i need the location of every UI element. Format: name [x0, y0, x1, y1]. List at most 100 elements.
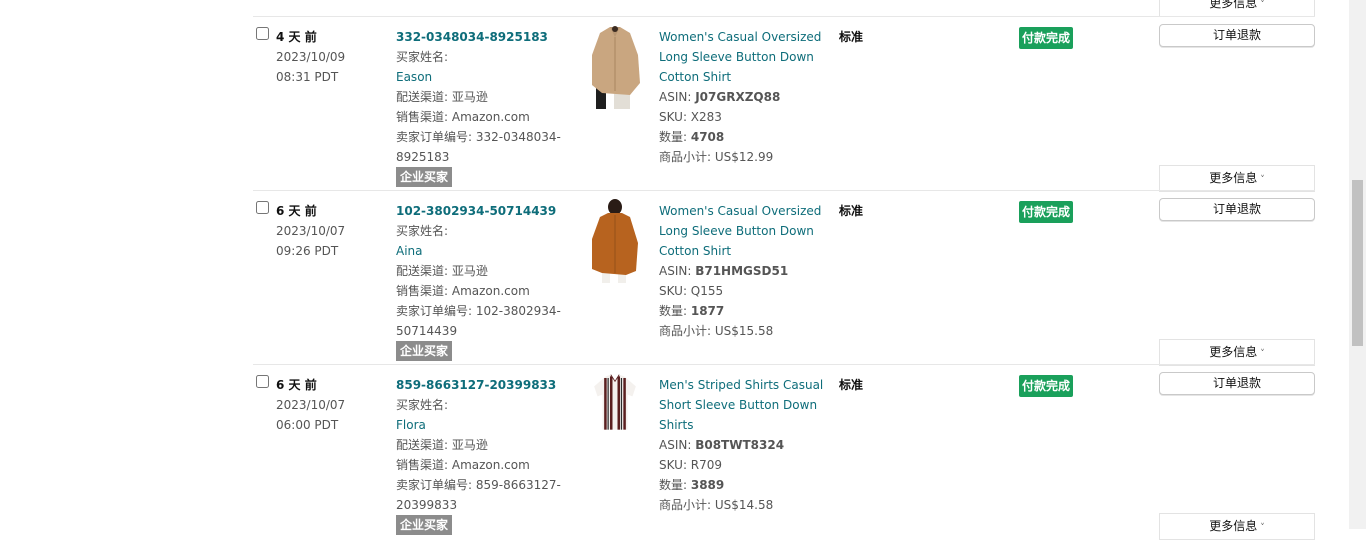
more-info-button[interactable]: 更多信息 ˅ — [1159, 0, 1315, 17]
shipping-service: 标准 — [839, 30, 864, 44]
chevron-down-icon: ˅ — [1260, 175, 1265, 185]
order-id-link[interactable]: 332-0348034-8925183 — [396, 27, 571, 47]
sku-line: SKU: X283 — [659, 110, 722, 124]
seller-order-id-cont: 8925183 — [396, 150, 450, 164]
asin-value: B08TWT8324 — [695, 438, 785, 452]
fulfillment-channel: 配送渠道: 亚马逊 — [396, 264, 488, 278]
product-title-link[interactable]: Women's Casual Oversized Long Sleeve But… — [659, 27, 829, 87]
row-checkbox[interactable] — [256, 27, 269, 40]
buyer-name-link[interactable]: Flora — [396, 415, 571, 435]
order-date-day: 2023/10/09 — [276, 50, 346, 64]
order-details: 102-3802934-50714439 买家姓名: Aina 配送渠道: 亚马… — [396, 201, 571, 361]
product-image[interactable] — [586, 373, 644, 443]
quantity-line: 数量: 3889 — [659, 475, 829, 495]
quantity-label: 数量: — [659, 130, 691, 144]
buyer-name-link[interactable]: Aina — [396, 241, 571, 261]
sku-line: SKU: R709 — [659, 458, 723, 472]
quantity-line: 数量: 1877 — [659, 301, 829, 321]
refund-order-button[interactable]: 订单退款 — [1159, 24, 1315, 47]
more-info-label: 更多信息 — [1209, 0, 1258, 10]
asin-line: ASIN: B08TWT8324 — [659, 435, 829, 455]
product-title-line: Long Sleeve Button Down — [659, 224, 814, 238]
order-details: 332-0348034-8925183 买家姓名: Eason 配送渠道: 亚马… — [396, 27, 571, 187]
quantity-label: 数量: — [659, 478, 691, 492]
product-title-link[interactable]: Men's Striped Shirts Casual Short Sleeve… — [659, 375, 829, 435]
product-title-line: Cotton Shirt — [659, 70, 732, 84]
seller-order-id: 卖家订单编号: 332-0348034- — [396, 130, 561, 144]
order-date-time: 06:00 PDT — [276, 418, 339, 432]
more-info-label: 更多信息 — [1209, 519, 1258, 533]
buyer-name-label: 买家姓名: — [396, 224, 449, 238]
product-title-link[interactable]: Women's Casual Oversized Long Sleeve But… — [659, 201, 829, 261]
buyer-name-link[interactable]: Eason — [396, 67, 571, 87]
chevron-down-icon: ˅ — [1260, 523, 1265, 533]
product-details: Women's Casual Oversized Long Sleeve But… — [659, 201, 829, 341]
status-badge: 付款完成 — [1019, 201, 1074, 223]
quantity-label: 数量: — [659, 304, 691, 318]
subtotal-line: 商品小计: US$12.99 — [659, 150, 774, 164]
product-details: Women's Casual Oversized Long Sleeve But… — [659, 27, 829, 167]
table-row: 6 天 前 2023/10/07 09:26 PDT 102-3802934-5… — [253, 191, 1315, 366]
more-info-label: 更多信息 — [1209, 171, 1258, 185]
order-details: 859-8663127-20399833 买家姓名: Flora 配送渠道: 亚… — [396, 375, 571, 535]
quantity-line: 数量: 4708 — [659, 127, 829, 147]
order-date-time: 08:31 PDT — [276, 70, 339, 84]
sku-line: SKU: Q155 — [659, 284, 724, 298]
table-row: 6 天 前 2023/10/07 06:00 PDT 859-8663127-2… — [253, 365, 1315, 540]
business-buyer-badge: 企业买家 — [396, 515, 453, 535]
more-info-button[interactable]: 更多信息 ˅ — [1159, 165, 1315, 192]
refund-order-button[interactable]: 订单退款 — [1159, 372, 1315, 395]
quantity-value: 3889 — [690, 478, 725, 492]
order-age: 6 天 前 — [276, 204, 317, 218]
product-title-line: Long Sleeve Button Down — [659, 50, 814, 64]
buyer-name-label: 买家姓名: — [396, 50, 449, 64]
asin-line: ASIN: J07GRXZQ88 — [659, 87, 829, 107]
sales-channel: 销售渠道: Amazon.com — [396, 284, 530, 298]
more-info-label: 更多信息 — [1209, 345, 1258, 359]
product-title-line: Shirts — [659, 418, 694, 432]
table-row: 4 天 前 2023/10/09 08:31 PDT 332-0348034-8… — [253, 17, 1315, 192]
product-details: Men's Striped Shirts Casual Short Sleeve… — [659, 375, 829, 515]
order-date-day: 2023/10/07 — [276, 224, 346, 238]
subtotal-line: 商品小计: US$14.58 — [659, 498, 774, 512]
product-title-line: Women's Casual Oversized — [659, 204, 822, 218]
sales-channel: 销售渠道: Amazon.com — [396, 458, 530, 472]
order-date-day: 2023/10/07 — [276, 398, 346, 412]
row-checkbox[interactable] — [256, 375, 269, 388]
refund-order-button[interactable]: 订单退款 — [1159, 198, 1315, 221]
asin-label: ASIN: — [659, 90, 696, 104]
order-age: 4 天 前 — [276, 30, 317, 44]
shipping-service: 标准 — [839, 204, 864, 218]
buyer-name-label: 买家姓名: — [396, 398, 449, 412]
seller-order-id: 卖家订单编号: 102-3802934- — [396, 304, 561, 318]
asin-label: ASIN: — [659, 438, 696, 452]
more-info-button[interactable]: 更多信息 ˅ — [1159, 513, 1315, 540]
scrollbar-thumb[interactable] — [1352, 180, 1363, 346]
product-title-line: Short Sleeve Button Down — [659, 398, 818, 412]
status-badge: 付款完成 — [1019, 27, 1074, 49]
order-id-link[interactable]: 859-8663127-20399833 — [396, 375, 571, 395]
asin-value: J07GRXZQ88 — [695, 90, 781, 104]
asin-value: B71HMGSD51 — [695, 264, 789, 278]
asin-line: ASIN: B71HMGSD51 — [659, 261, 829, 281]
product-image[interactable] — [586, 199, 644, 283]
row-checkbox[interactable] — [256, 201, 269, 214]
fulfillment-channel: 配送渠道: 亚马逊 — [396, 438, 488, 452]
product-title-line: Cotton Shirt — [659, 244, 732, 258]
order-date: 2023/10/07 09:26 PDT — [276, 221, 345, 261]
sales-channel: 销售渠道: Amazon.com — [396, 110, 530, 124]
order-id-link[interactable]: 102-3802934-50714439 — [396, 201, 571, 221]
more-info-button[interactable]: 更多信息 ˅ — [1159, 339, 1315, 366]
quantity-value: 1877 — [690, 304, 725, 318]
asin-label: ASIN: — [659, 264, 696, 278]
product-image[interactable] — [586, 25, 644, 109]
seller-order-id-cont: 20399833 — [396, 498, 458, 512]
chevron-down-icon: ˅ — [1260, 0, 1265, 10]
quantity-value: 4708 — [690, 130, 725, 144]
business-buyer-badge: 企业买家 — [396, 341, 453, 361]
order-date: 2023/10/09 08:31 PDT — [276, 47, 345, 87]
order-age: 6 天 前 — [276, 378, 317, 392]
seller-order-id-cont: 50714439 — [396, 324, 458, 338]
product-title-line: Men's Striped Shirts Casual — [659, 378, 824, 392]
product-title-line: Women's Casual Oversized — [659, 30, 822, 44]
